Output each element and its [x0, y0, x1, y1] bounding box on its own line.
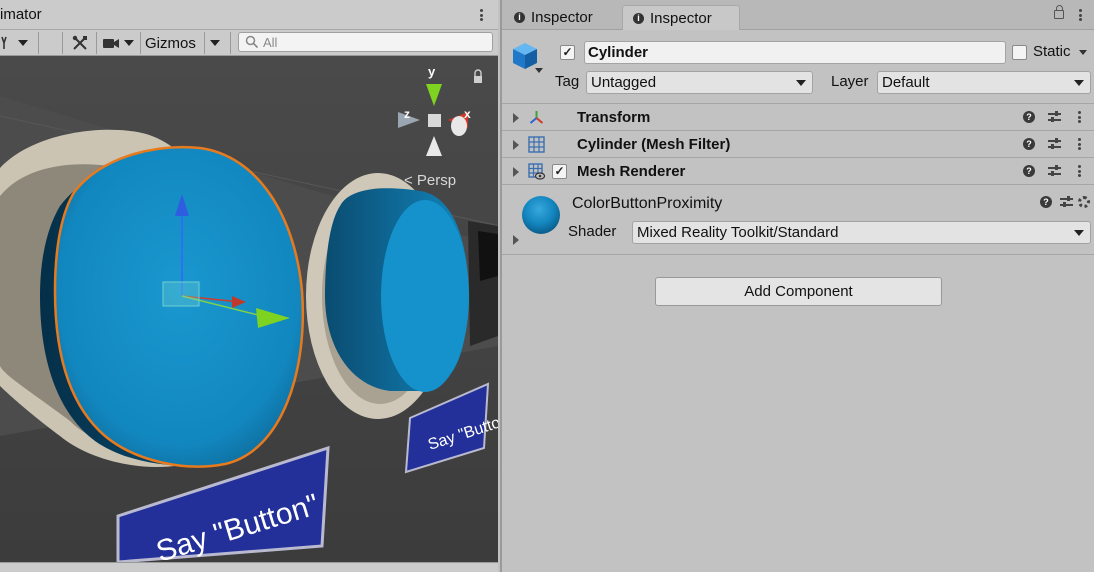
gameobject-name-input[interactable]: Cylinder [584, 41, 1006, 64]
presets-icon[interactable] [1048, 111, 1061, 123]
icon-dropdown-arrow[interactable] [535, 68, 543, 73]
static-dropdown-arrow[interactable] [1079, 50, 1087, 55]
lock-icon[interactable] [1054, 5, 1064, 19]
inspector-tab-bar: i Inspector i Inspector [502, 0, 1094, 30]
component-title: Transform [577, 109, 651, 126]
scene-render: y z x Say "Button" Say "Button" [0, 56, 498, 562]
component-menu-icon[interactable] [1074, 162, 1084, 180]
component-transform[interactable]: Transform ? [502, 104, 1094, 131]
shader-dropdown[interactable]: Mixed Reality Toolkit/Standard [632, 221, 1091, 244]
add-component-button[interactable]: Add Component [655, 277, 942, 306]
active-checkbox[interactable]: ✓ [560, 45, 575, 60]
gizmos-button[interactable]: Gizmos [145, 30, 196, 56]
presets-icon[interactable] [1048, 165, 1061, 177]
material-section: ColorButtonProximity ? Shader Mixed Real… [502, 187, 1094, 255]
component-menu-icon[interactable] [1074, 135, 1084, 153]
material-foldout-arrow-icon[interactable] [513, 235, 519, 245]
gizmos-dropdown-arrow[interactable] [210, 30, 224, 56]
mesh-renderer-icon [528, 163, 545, 180]
gear-icon[interactable] [1078, 196, 1090, 208]
help-icon[interactable]: ? [1040, 196, 1052, 208]
scene-toolbar: Gizmos All [0, 30, 498, 56]
help-icon[interactable]: ? [1023, 138, 1035, 150]
tag-value: Untagged [591, 74, 657, 91]
mesh-renderer-enabled-checkbox[interactable]: ✓ [552, 164, 567, 179]
component-menu-icon[interactable] [1074, 108, 1084, 126]
inspector-more-icon[interactable] [1075, 6, 1085, 24]
layer-dropdown[interactable]: Default [877, 71, 1091, 94]
chevron-down-icon [1074, 230, 1084, 236]
search-placeholder: All [263, 34, 278, 50]
inspector-panel: i Inspector i Inspector ✓ Cylinder Stati… [500, 0, 1094, 572]
info-icon: i [514, 12, 525, 23]
component-title: Cylinder (Mesh Filter) [577, 136, 731, 153]
chevron-down-icon [796, 80, 806, 86]
gizmo-z-label: z [404, 107, 410, 121]
shader-value: Mixed Reality Toolkit/Standard [637, 224, 839, 241]
foldout-arrow-icon[interactable] [513, 167, 519, 177]
gizmo-y-label: y [428, 64, 436, 79]
material-preview[interactable] [522, 196, 560, 234]
inspector-tab-1-label: Inspector [531, 9, 593, 26]
material-name: ColorButtonProximity [572, 195, 723, 212]
foldout-arrow-icon[interactable] [513, 140, 519, 150]
tag-dropdown[interactable]: Untagged [586, 71, 813, 94]
gizmo-x-label: x [464, 107, 471, 121]
scene-footer [0, 562, 498, 572]
presets-icon[interactable] [1048, 138, 1061, 150]
inspector-tab-1[interactable]: i Inspector [504, 5, 603, 30]
gameobject-header: ✓ Cylinder Static Tag Untagged Layer Def… [502, 30, 1094, 104]
gizmos-label: Gizmos [145, 34, 196, 52]
component-mesh-filter[interactable]: Cylinder (Mesh Filter) ? [502, 131, 1094, 158]
inspector-tab-2[interactable]: i Inspector [622, 5, 740, 30]
mesh-filter-icon [528, 136, 545, 153]
foldout-arrow-icon[interactable] [513, 113, 519, 123]
inspector-tab-2-label: Inspector [650, 9, 712, 27]
component-title: Mesh Renderer [577, 163, 686, 180]
layer-value: Default [882, 74, 930, 91]
static-label: Static [1033, 43, 1071, 60]
camera-dropdown-arrow[interactable] [124, 30, 138, 56]
help-icon[interactable]: ? [1023, 165, 1035, 177]
tag-label: Tag [555, 73, 580, 90]
unity-editor: imator Gizmos All y z x Say "Button" Say… [0, 0, 1094, 572]
animator-tab[interactable]: imator [0, 0, 42, 30]
chevron-down-icon [1074, 80, 1084, 86]
scene-view-panel: imator Gizmos All y z x Say "Button" Say… [0, 0, 498, 572]
tools-icon[interactable] [71, 30, 91, 56]
transform-icon [529, 111, 544, 124]
static-checkbox[interactable] [1012, 45, 1027, 60]
component-mesh-renderer[interactable]: ✓ Mesh Renderer ? [502, 158, 1094, 185]
search-icon [245, 35, 259, 49]
persp-label[interactable]: < Persp [404, 172, 456, 189]
scene-more-icon[interactable] [476, 6, 486, 24]
camera-icon[interactable] [102, 30, 122, 56]
draw-mode-icon[interactable] [0, 30, 16, 56]
help-icon[interactable]: ? [1023, 111, 1035, 123]
draw-mode-dropdown-arrow[interactable] [18, 30, 34, 56]
layer-label: Layer [831, 73, 869, 90]
info-icon: i [633, 12, 644, 24]
scene-search-input[interactable]: All [238, 32, 493, 52]
scene-viewport[interactable]: y z x Say "Button" Say "Button" < Persp [0, 56, 498, 562]
scene-tab-bar: imator [0, 0, 498, 30]
shader-label: Shader [568, 223, 617, 240]
presets-icon[interactable] [1060, 196, 1073, 208]
